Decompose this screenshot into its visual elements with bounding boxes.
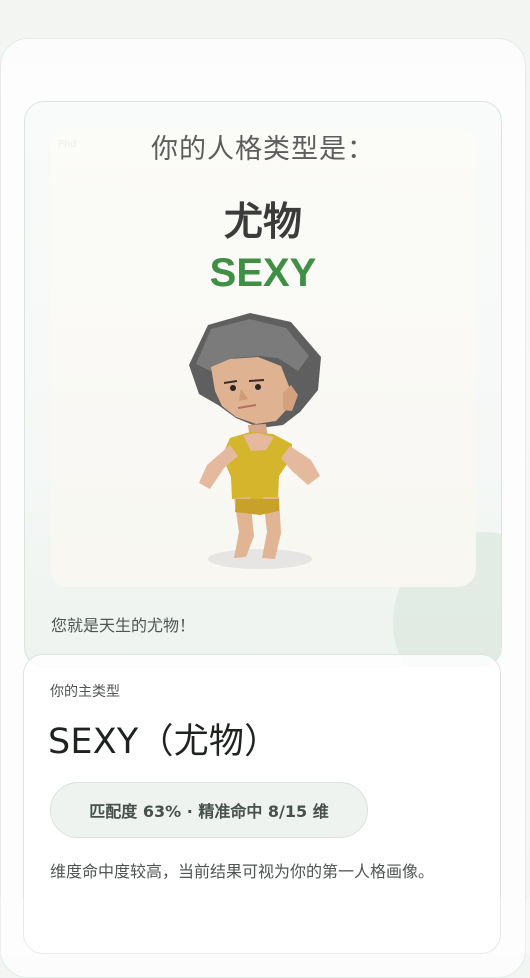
match-badge: 匹配度 63% · 精准命中 8/15 维 [50,782,368,838]
personality-result-card: Phd 你的人格类型是： 尤物 SEXY 您就是天生的尤物！ [24,101,502,667]
result-summary: 您就是天生的尤物！ [51,616,196,635]
personality-type-en: SEXY [209,251,317,295]
main-type-title: SEXY（尤物） [48,722,280,762]
main-type-label: 你的主类型 [50,684,120,700]
main-type-description: 维度命中度较高，当前结果可视为你的第一人格画像。 [50,862,435,881]
personality-type-cn: 尤物 [223,200,302,245]
match-text: 匹配度 63% · 精准命中 8/15 维 [89,802,329,821]
poster-title: 你的人格类型是： [151,134,375,165]
character-illustration [189,313,321,569]
personality-poster: Phd 你的人格类型是： 尤物 SEXY [50,127,476,587]
main-type-card: 你的主类型 SEXY（尤物） 匹配度 63% · 精准命中 8/15 维 维度命… [23,654,501,954]
